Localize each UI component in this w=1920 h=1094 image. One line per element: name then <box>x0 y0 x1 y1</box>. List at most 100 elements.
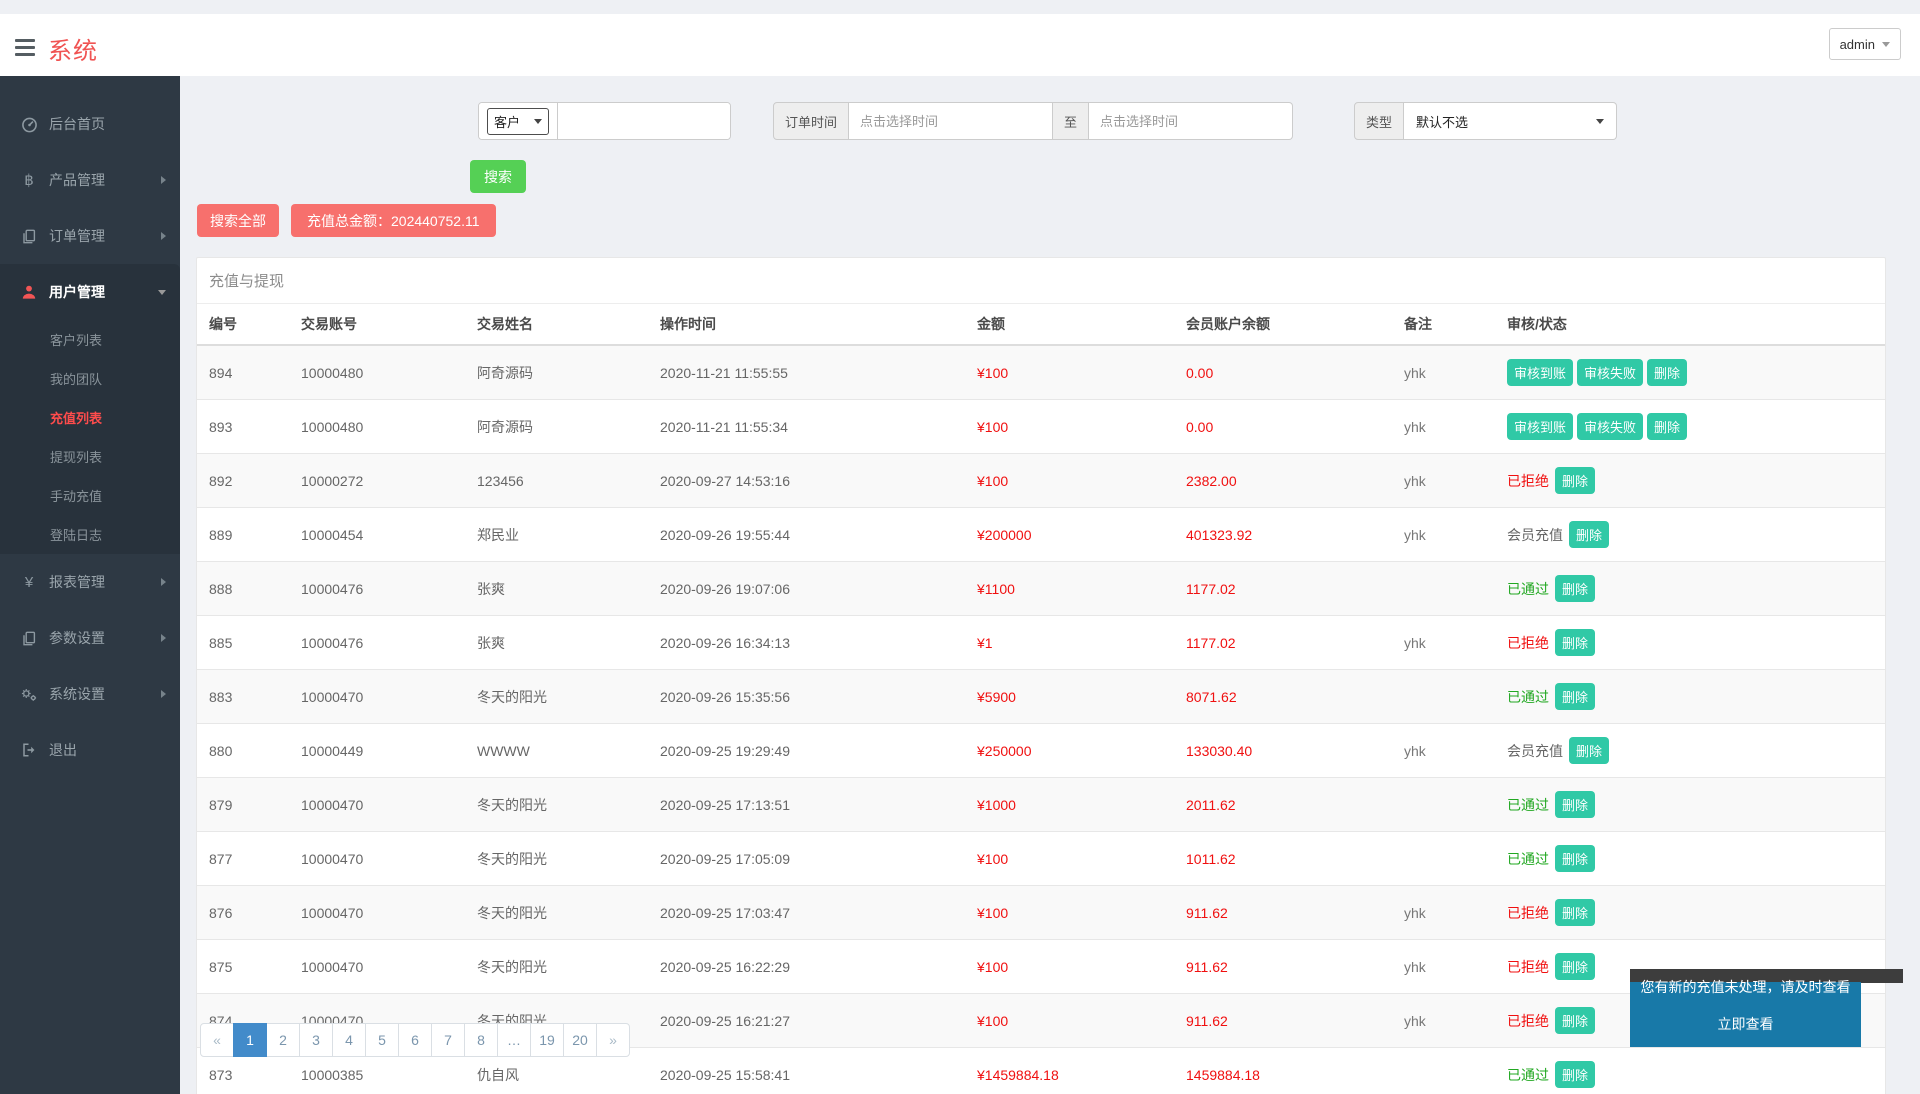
page-6[interactable]: 6 <box>398 1023 432 1057</box>
cell-amount: ¥200000 <box>969 508 1178 562</box>
sidebar: 后台首页 ฿产品管理订单管理用户管理客户列表我的团队充值列表提现列表手动充值登陆日… <box>0 76 180 1094</box>
col-id: 编号 <box>197 304 293 345</box>
search-all-button[interactable]: 搜索全部 <box>197 204 279 237</box>
chevron-right-icon <box>161 690 166 698</box>
start-time-input[interactable] <box>849 102 1053 140</box>
admin-user-menu[interactable]: admin <box>1829 28 1901 60</box>
page-5[interactable]: 5 <box>365 1023 399 1057</box>
cell-amount: ¥1000 <box>969 778 1178 832</box>
col-name: 交易姓名 <box>469 304 652 345</box>
cell-time: 2020-09-26 19:55:44 <box>652 508 969 562</box>
sidebar-item-label: 系统设置 <box>49 684 105 704</box>
customer-keyword-input[interactable] <box>558 103 730 139</box>
sidebar-subitem-customer-list[interactable]: 客户列表 <box>0 320 180 359</box>
sidebar-subitem-my-team[interactable]: 我的团队 <box>0 359 180 398</box>
type-select-value: 默认不选 <box>1416 112 1468 131</box>
customer-type-select[interactable]: 客户 <box>487 108 549 135</box>
cell-account: 10000470 <box>293 670 469 724</box>
delete-button[interactable]: 删除 <box>1555 683 1595 710</box>
sidebar-item-label: 报表管理 <box>49 572 105 592</box>
audit-ok-button[interactable]: 审核到账 <box>1507 359 1573 386</box>
cell-balance: 401323.92 <box>1178 508 1396 562</box>
cell-remark <box>1396 778 1499 832</box>
page-2[interactable]: 2 <box>266 1023 300 1057</box>
hamburger-bar <box>15 39 35 42</box>
cell-status: 已通过删除 <box>1499 562 1885 616</box>
table-row: 88310000470冬天的阳光2020-09-26 15:35:56¥5900… <box>197 670 1885 724</box>
notification-view-now-link[interactable]: 立即查看 <box>1630 1014 1861 1034</box>
type-select[interactable]: 默认不选 <box>1404 102 1617 140</box>
status-badge: 会员充值 <box>1507 743 1563 759</box>
delete-button[interactable]: 删除 <box>1647 359 1687 386</box>
sidebar-item-user-management[interactable]: 用户管理 <box>0 264 180 320</box>
sidebar-subitem-manual-recharge[interactable]: 手动充值 <box>0 476 180 515</box>
delete-button[interactable]: 删除 <box>1555 575 1595 602</box>
page-1[interactable]: 1 <box>233 1023 267 1057</box>
delete-button[interactable]: 删除 <box>1555 845 1595 872</box>
sidebar-item-product-management[interactable]: ฿产品管理 <box>0 152 180 208</box>
delete-button[interactable]: 删除 <box>1555 467 1595 494</box>
files-icon <box>18 228 40 245</box>
sidebar-subitem-recharge-list[interactable]: 充值列表 <box>0 398 180 437</box>
sidebar-item-parameter-settings[interactable]: 参数设置 <box>0 610 180 666</box>
delete-button[interactable]: 删除 <box>1555 899 1595 926</box>
cell-id: 879 <box>197 778 293 832</box>
cell-balance: 911.62 <box>1178 886 1396 940</box>
sidebar-item-system-settings[interactable]: 系统设置 <box>0 666 180 722</box>
cell-time: 2020-09-25 17:05:09 <box>652 832 969 886</box>
cell-name: 123456 <box>469 454 652 508</box>
audit-ok-button[interactable]: 审核到账 <box>1507 413 1573 440</box>
page-4[interactable]: 4 <box>332 1023 366 1057</box>
sidebar-item-dashboard-home[interactable]: 后台首页 <box>0 96 180 152</box>
cell-name: 冬天的阳光 <box>469 940 652 994</box>
order-time-group: 订单时间 至 <box>773 102 1293 140</box>
delete-button[interactable]: 删除 <box>1555 953 1595 980</box>
sidebar-item-logout[interactable]: 退出 <box>0 722 180 778</box>
cell-remark: yhk <box>1396 616 1499 670</box>
page-7[interactable]: 7 <box>431 1023 465 1057</box>
cell-status: 会员充值删除 <box>1499 724 1885 778</box>
cell-time: 2020-09-26 16:34:13 <box>652 616 969 670</box>
cell-account: 10000449 <box>293 724 469 778</box>
cell-account: 10000470 <box>293 832 469 886</box>
sidebar-item-label: 后台首页 <box>49 114 105 134</box>
cell-time: 2020-11-21 11:55:55 <box>652 345 969 400</box>
cell-balance: 1459884.18 <box>1178 1048 1396 1094</box>
sidebar-item-report-management[interactable]: ¥报表管理 <box>0 554 180 610</box>
delete-button[interactable]: 删除 <box>1555 1061 1595 1088</box>
cell-status: 审核到账审核失败删除 <box>1499 400 1885 454</box>
delete-button[interactable]: 删除 <box>1555 791 1595 818</box>
cell-id: 893 <box>197 400 293 454</box>
cell-amount: ¥1100 <box>969 562 1178 616</box>
status-badge: 已拒绝 <box>1507 635 1549 651</box>
delete-button[interactable]: 删除 <box>1647 413 1687 440</box>
chevron-down-icon <box>1882 42 1890 47</box>
sidebar-subitem-login-log[interactable]: 登陆日志 <box>0 515 180 554</box>
delete-button[interactable]: 删除 <box>1555 1007 1595 1034</box>
cell-account: 10000476 <box>293 562 469 616</box>
cell-id: 875 <box>197 940 293 994</box>
sidebar-subitem-withdraw-list[interactable]: 提现列表 <box>0 437 180 476</box>
delete-button[interactable]: 删除 <box>1569 521 1609 548</box>
signout-icon <box>18 742 40 758</box>
page-3[interactable]: 3 <box>299 1023 333 1057</box>
page-next[interactable]: » <box>596 1023 630 1057</box>
hamburger-menu-icon[interactable] <box>15 35 35 60</box>
search-button[interactable]: 搜索 <box>470 160 526 193</box>
page-19[interactable]: 19 <box>530 1023 564 1057</box>
audit-fail-button[interactable]: 审核失败 <box>1577 359 1643 386</box>
audit-fail-button[interactable]: 审核失败 <box>1577 413 1643 440</box>
delete-button[interactable]: 删除 <box>1555 629 1595 656</box>
cell-time: 2020-09-25 16:21:27 <box>652 994 969 1048</box>
status-badge: 已拒绝 <box>1507 473 1549 489</box>
col-amount: 金额 <box>969 304 1178 345</box>
page-prev[interactable]: « <box>200 1023 234 1057</box>
dashboard-icon <box>18 116 40 133</box>
page-20[interactable]: 20 <box>563 1023 597 1057</box>
cell-remark: yhk <box>1396 400 1499 454</box>
delete-button[interactable]: 删除 <box>1569 737 1609 764</box>
sidebar-item-order-management[interactable]: 订单管理 <box>0 208 180 264</box>
page-8[interactable]: 8 <box>464 1023 498 1057</box>
status-badge: 已拒绝 <box>1507 959 1549 975</box>
end-time-input[interactable] <box>1089 102 1293 140</box>
